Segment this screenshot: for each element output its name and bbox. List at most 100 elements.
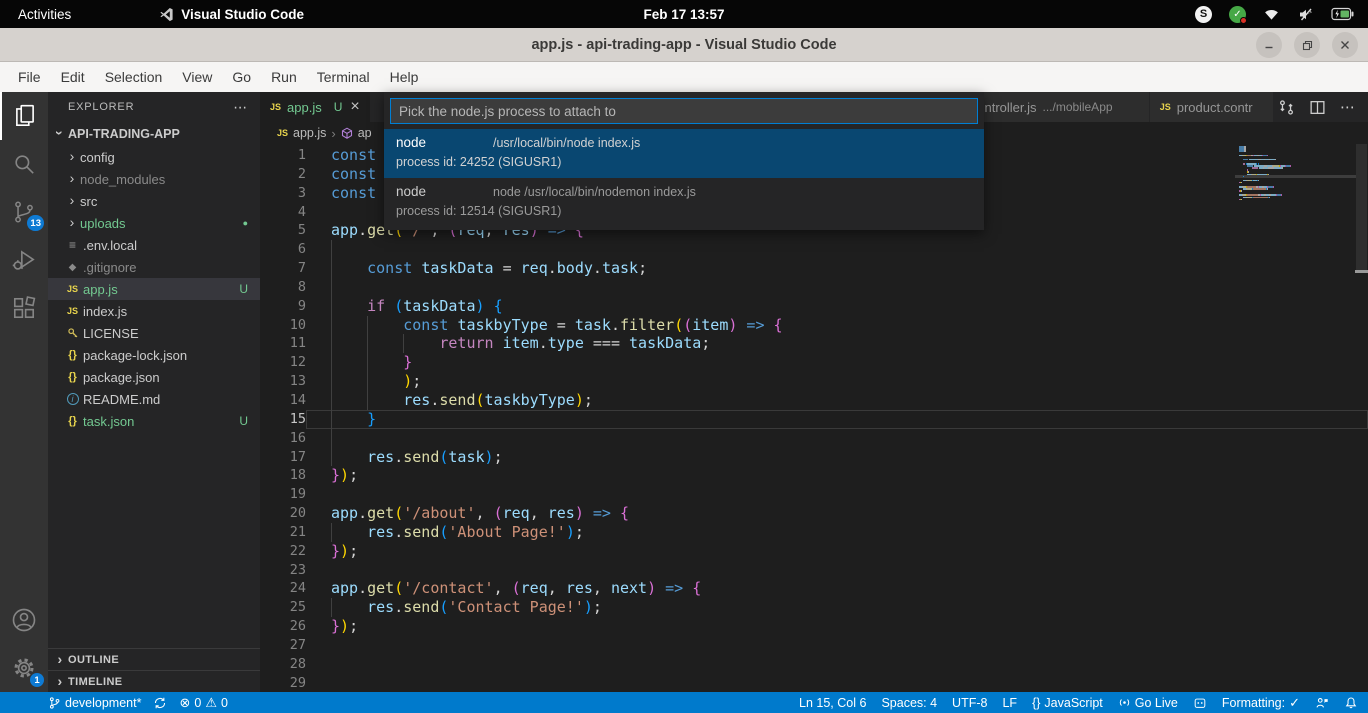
battery-icon[interactable]: [1331, 7, 1354, 21]
clock[interactable]: Feb 17 13:57: [0, 7, 1368, 22]
code-line-12[interactable]: 12 }: [260, 353, 1368, 372]
code-line-9[interactable]: 9 if (taskData) {: [260, 297, 1368, 316]
indent-guide: [331, 259, 332, 278]
explorer-item-src[interactable]: ›src: [48, 190, 260, 212]
code-line-26[interactable]: 26});: [260, 617, 1368, 636]
menu-terminal[interactable]: Terminal: [307, 62, 380, 92]
menu-selection[interactable]: Selection: [95, 62, 173, 92]
minimize-button[interactable]: [1256, 32, 1282, 58]
quick-pick-item-1[interactable]: node /usr/local/bin/node index.js proces…: [384, 129, 984, 178]
explorer-item--env-local[interactable]: ≡.env.local: [48, 234, 260, 256]
indentation-status[interactable]: Spaces: 4: [881, 696, 937, 710]
code-line-20[interactable]: 20app.get('/about', (req, res) => {: [260, 504, 1368, 523]
explorer-item-package-json[interactable]: {}package.json: [48, 366, 260, 388]
code-line-22[interactable]: 22});: [260, 542, 1368, 561]
explorer-root-folder[interactable]: › API-TRADING-APP: [48, 122, 260, 146]
outline-panel-header[interactable]: › OUTLINE: [48, 648, 260, 670]
quick-pick-input[interactable]: [390, 98, 978, 124]
encoding-status[interactable]: UTF-8: [952, 696, 987, 710]
restore-button[interactable]: [1294, 32, 1320, 58]
code-line-28[interactable]: 28: [260, 655, 1368, 674]
notifications-button[interactable]: [1344, 696, 1358, 710]
skype-tray-icon[interactable]: S: [1195, 6, 1212, 23]
audio-muted-icon[interactable]: [1297, 7, 1314, 22]
explorer-item-uploads[interactable]: ›uploads●: [48, 212, 260, 234]
minimap[interactable]: [1239, 146, 1355, 207]
code-line-18[interactable]: 18});: [260, 466, 1368, 485]
scrollbar-slider[interactable]: [1356, 144, 1367, 270]
code-line-17[interactable]: 17 res.send(task);: [260, 448, 1368, 467]
quick-pick-item-2[interactable]: node node /usr/local/bin/nodemon index.j…: [384, 178, 984, 227]
tab-app-js[interactable]: JS app.js U ×: [260, 92, 371, 122]
breadcrumb-symbol[interactable]: ap: [358, 126, 372, 140]
js-file-icon: JS: [270, 102, 281, 112]
tab-label: product.contr: [1177, 100, 1253, 115]
menu-go[interactable]: Go: [222, 62, 261, 92]
updater-tray-icon[interactable]: ✓: [1229, 6, 1246, 23]
code-line-24[interactable]: 24app.get('/contact', (req, res, next) =…: [260, 579, 1368, 598]
code-line-19[interactable]: 19: [260, 485, 1368, 504]
extension-status-button[interactable]: [1193, 696, 1207, 710]
code-line-15[interactable]: 15 }: [260, 410, 1368, 429]
problems-status[interactable]: ⊗ 0 ⚠ 0: [179, 696, 227, 710]
language-mode-status[interactable]: {} JavaScript: [1032, 696, 1103, 710]
code-line-25[interactable]: 25 res.send('Contact Page!');: [260, 598, 1368, 617]
close-button[interactable]: [1332, 32, 1358, 58]
feedback-button[interactable]: [1315, 696, 1329, 710]
cursor-position-status[interactable]: Ln 15, Col 6: [799, 696, 866, 710]
code-line-16[interactable]: 16: [260, 429, 1368, 448]
menu-run[interactable]: Run: [261, 62, 307, 92]
timeline-panel-header[interactable]: › TIMELINE: [48, 670, 260, 692]
line-number: 29: [260, 674, 306, 692]
tab-product-controller-js[interactable]: JS product.contr: [1150, 92, 1274, 122]
code-line-8[interactable]: 8: [260, 278, 1368, 297]
explorer-item-app-js[interactable]: JSapp.jsU: [48, 278, 260, 300]
menu-file[interactable]: File: [8, 62, 51, 92]
menu-edit[interactable]: Edit: [51, 62, 95, 92]
source-control-activity-button[interactable]: 13: [0, 188, 48, 236]
js-file-icon: JS: [64, 284, 81, 294]
wifi-icon[interactable]: [1263, 7, 1280, 21]
git-branch-status[interactable]: development*: [48, 696, 141, 710]
breadcrumb-separator-icon: ›: [331, 126, 335, 141]
code-line-7[interactable]: 7 const taskData = req.body.task;: [260, 259, 1368, 278]
code-line-23[interactable]: 23: [260, 561, 1368, 580]
run-debug-activity-button[interactable]: [0, 236, 48, 284]
extensions-activity-button[interactable]: [0, 284, 48, 332]
eol-status[interactable]: LF: [1002, 696, 1017, 710]
explorer-item-config[interactable]: ›config: [48, 146, 260, 168]
explorer-more-actions-icon[interactable]: ⋯: [233, 99, 248, 116]
formatting-status[interactable]: Formatting: ✓: [1222, 696, 1300, 710]
code-line-13[interactable]: 13 );: [260, 372, 1368, 391]
code-line-11[interactable]: 11 return item.type === taskData;: [260, 334, 1368, 353]
code-line-29[interactable]: 29: [260, 674, 1368, 692]
split-editor-icon[interactable]: [1309, 99, 1326, 116]
menu-help[interactable]: Help: [380, 62, 429, 92]
code-line-14[interactable]: 14 res.send(taskbyType);: [260, 391, 1368, 410]
explorer-item-task-json[interactable]: {}task.jsonU: [48, 410, 260, 432]
editor-scrollbar[interactable]: [1355, 144, 1368, 692]
explorer-item-license[interactable]: LICENSE: [48, 322, 260, 344]
breadcrumb-file[interactable]: app.js: [293, 126, 326, 140]
code-line-21[interactable]: 21 res.send('About Page!');: [260, 523, 1368, 542]
explorer-item-node-modules[interactable]: ›node_modules: [48, 168, 260, 190]
settings-button[interactable]: 1: [0, 644, 48, 692]
open-changes-icon[interactable]: [1278, 99, 1295, 116]
go-live-button[interactable]: Go Live: [1118, 696, 1178, 710]
code-line-10[interactable]: 10 const taskbyType = task.filter((item)…: [260, 316, 1368, 335]
menu-view[interactable]: View: [172, 62, 222, 92]
search-activity-button[interactable]: [0, 140, 48, 188]
code-line-27[interactable]: 27: [260, 636, 1368, 655]
accounts-button[interactable]: [0, 596, 48, 644]
explorer-item-package-lock-json[interactable]: {}package-lock.json: [48, 344, 260, 366]
window-title-bar[interactable]: app.js - api-trading-app - Visual Studio…: [0, 28, 1368, 62]
line-content: if (taskData) {: [306, 297, 1368, 316]
sync-changes-button[interactable]: [153, 696, 167, 710]
code-line-6[interactable]: 6: [260, 240, 1368, 259]
explorer-item-readme-md[interactable]: iREADME.md: [48, 388, 260, 410]
explorer-activity-button[interactable]: [0, 92, 48, 140]
more-actions-icon[interactable]: ⋯: [1340, 98, 1356, 116]
explorer-item--gitignore[interactable]: ◆.gitignore: [48, 256, 260, 278]
explorer-item-index-js[interactable]: JSindex.js: [48, 300, 260, 322]
close-tab-icon[interactable]: ×: [350, 98, 359, 116]
